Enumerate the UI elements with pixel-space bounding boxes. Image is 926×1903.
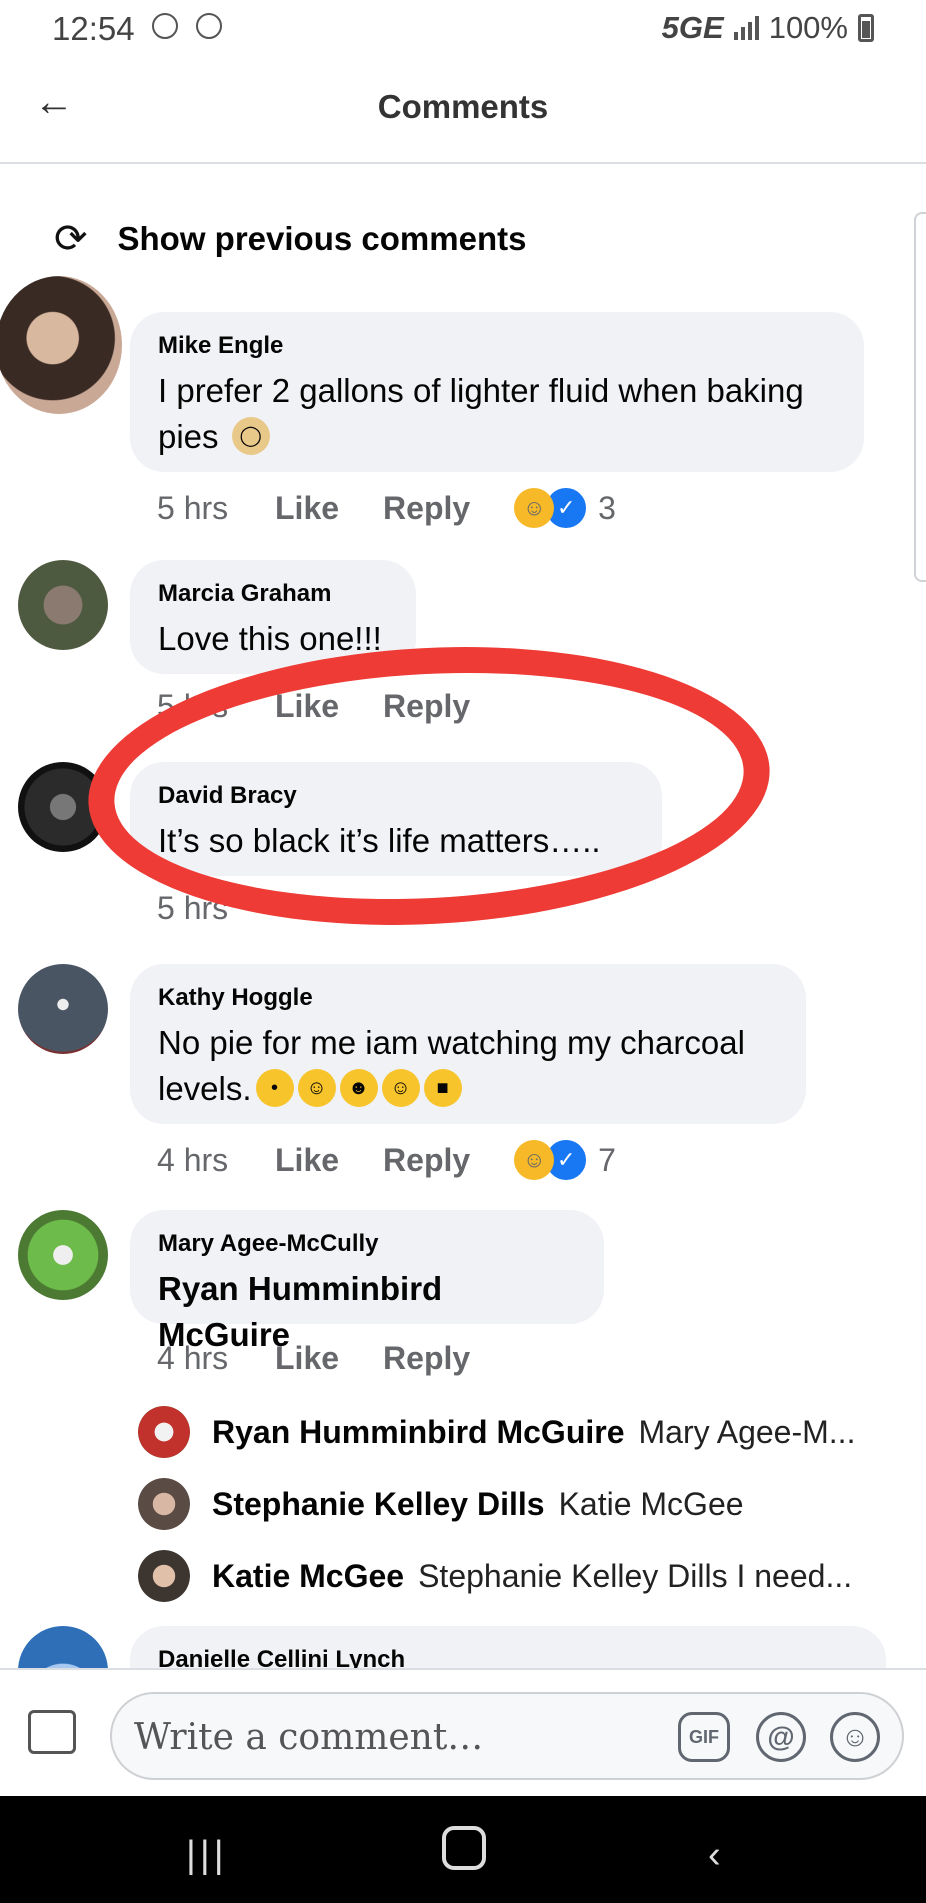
comment-author[interactable]: Marcia Graham <box>158 580 388 608</box>
home-icon[interactable] <box>442 1826 486 1870</box>
back-icon[interactable]: ‹ <box>708 1834 721 1877</box>
avatar[interactable] <box>0 276 122 414</box>
reactions[interactable]: ☺ ✓ 3 <box>514 486 616 530</box>
show-previous-comments-button[interactable]: ⟳ Show previous comments <box>54 216 526 262</box>
comment-text: It’s so black it’s life matters….. <box>158 822 601 859</box>
haha-reaction-icon: ☺ <box>514 1140 555 1180</box>
mention-icon[interactable]: @ <box>756 1712 806 1762</box>
gif-icon[interactable]: GIF <box>678 1712 730 1762</box>
reply-button[interactable]: Reply <box>383 1340 470 1377</box>
page-title: Comments <box>377 88 549 125</box>
reactions[interactable]: ☺ ✓ 7 <box>514 1138 616 1182</box>
avatar <box>138 1550 190 1602</box>
photo-icon[interactable] <box>28 1710 76 1754</box>
reply-preview[interactable]: Stephanie Kelley Dills Katie McGee <box>138 1478 744 1530</box>
comment-author[interactable]: David Bracy <box>158 782 634 810</box>
network-label: 5GE <box>661 10 724 45</box>
reply-button[interactable]: Reply <box>383 490 470 527</box>
reply-author: Katie McGee <box>212 1557 405 1594</box>
comment-input-box[interactable]: GIF @ ☺ <box>110 1692 904 1780</box>
comment-author[interactable]: Mike Engle <box>158 332 836 360</box>
reaction-count: 3 <box>598 489 616 526</box>
comment-text: Love this one!!! <box>158 620 382 657</box>
comment-input[interactable] <box>132 1710 656 1764</box>
battery-label: 100% <box>768 10 848 45</box>
smile-emoji-icon: ☺ <box>297 1069 336 1108</box>
scroll-indicator <box>914 212 926 582</box>
show-previous-label: Show previous comments <box>117 220 527 257</box>
signal-icon <box>733 16 759 40</box>
avatar[interactable] <box>18 1210 108 1300</box>
messenger-icon <box>196 13 222 39</box>
status-bar: 12:54 5GE 100% <box>0 0 926 58</box>
sunglasses-emoji-icon: ■ <box>423 1069 462 1108</box>
comment-meta: 5 hrs Like Reply ☺ ✓ 3 <box>157 486 616 530</box>
reply-preview[interactable]: Katie McGee Stephanie Kelley Dills I nee… <box>138 1550 852 1602</box>
comment-text: No pie for me iam watching my charcoal l… <box>158 1024 745 1108</box>
reply-button[interactable]: Reply <box>383 688 470 725</box>
recents-icon[interactable]: ||| <box>186 1834 228 1877</box>
reply-text: Mary Agee-M... <box>638 1413 856 1450</box>
comment-bubble: Mary Agee-McCully Ryan Humminbird McGuir… <box>130 1210 604 1353</box>
reply-button[interactable]: Reply <box>383 1142 470 1179</box>
comment-time: 5 hrs <box>157 890 229 926</box>
avatar <box>138 1478 190 1530</box>
system-nav-bar: ||| ‹ <box>0 1796 926 1903</box>
comment-bubble: Marcia Graham Love this one!!! <box>130 560 416 674</box>
alarm-icon <box>152 13 178 39</box>
comment-composer: GIF @ ☺ <box>0 1668 926 1798</box>
avatar[interactable] <box>18 964 108 1054</box>
pie-emoji-icon: ◯ <box>231 417 270 456</box>
like-button[interactable]: Like <box>275 1340 339 1377</box>
status-right: 5GE 100% <box>662 10 874 46</box>
upside-down-emoji-icon: ☻ <box>339 1069 378 1108</box>
comment-author[interactable]: Kathy Hoggle <box>158 984 778 1012</box>
comment-time: 4 hrs <box>157 1141 229 1178</box>
like-button[interactable]: Like <box>275 490 339 527</box>
comment-bubble: Mike Engle I prefer 2 gallons of lighter… <box>130 312 864 472</box>
reaction-count: 7 <box>598 1141 616 1178</box>
comment-meta: 4 hrs Like Reply <box>157 1340 514 1377</box>
haha-reaction-icon: ☺ <box>514 488 555 528</box>
battery-icon <box>858 14 874 42</box>
reply-author: Ryan Humminbird McGuire <box>212 1413 625 1450</box>
avatar[interactable] <box>18 560 108 650</box>
comment-author[interactable]: Mary Agee-McCully <box>158 1230 576 1258</box>
like-button[interactable]: Like <box>275 688 339 725</box>
comment-meta: 5 hrs <box>157 890 275 927</box>
reply-preview[interactable]: Ryan Humminbird McGuire Mary Agee-M... <box>138 1406 855 1458</box>
like-button[interactable]: Like <box>275 1142 339 1179</box>
comments-header: ← Comments <box>0 58 926 164</box>
comment-time: 5 hrs <box>157 688 229 724</box>
emoji-icon[interactable]: ☺ <box>830 1712 880 1762</box>
comment-bubble: Kathy Hoggle No pie for me iam watching … <box>130 964 806 1124</box>
reply-text: Katie McGee <box>558 1485 744 1522</box>
comment-bubble: David Bracy It’s so black it’s life matt… <box>130 762 662 876</box>
comment-meta: 5 hrs Like Reply <box>157 688 514 725</box>
status-time: 12:54 <box>52 10 135 47</box>
reply-author: Stephanie Kelley Dills <box>212 1485 545 1522</box>
comment-time: 4 hrs <box>157 1340 229 1376</box>
wink-emoji-icon: ☺ <box>381 1069 420 1108</box>
refresh-icon: ⟳ <box>54 217 88 261</box>
neutral-face-emoji-icon: • <box>255 1069 294 1108</box>
comment-time: 5 hrs <box>157 489 229 526</box>
comment-meta: 4 hrs Like Reply ☺ ✓ 7 <box>157 1138 616 1182</box>
reply-text: Stephanie Kelley Dills I need... <box>418 1557 853 1594</box>
comment-text: I prefer 2 gallons of lighter fluid when… <box>158 372 804 456</box>
avatar[interactable] <box>18 762 108 852</box>
avatar <box>138 1406 190 1458</box>
